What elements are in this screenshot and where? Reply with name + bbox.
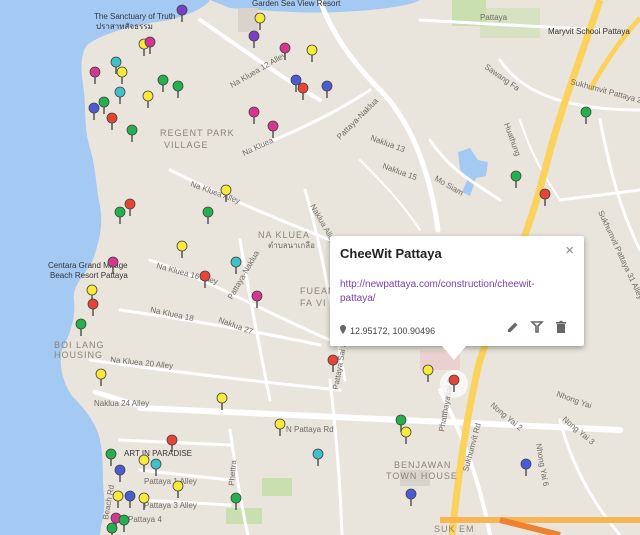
label-art-paradise: ART IN PARADISE: [124, 449, 192, 458]
pin-head: [75, 318, 87, 330]
label-regent-village: VILLAGE: [164, 140, 209, 150]
pin-head: [172, 480, 184, 492]
pin-head: [327, 354, 339, 366]
pin-head: [199, 270, 211, 282]
pin-head: [114, 464, 126, 476]
pin-head: [539, 188, 551, 200]
label-suk-em: SUK EM: [434, 524, 475, 534]
pin-head: [274, 418, 286, 430]
pin-head: [306, 44, 318, 56]
label-na-kluea: NA KLUEA: [258, 230, 310, 240]
pin-head: [124, 198, 136, 210]
pin-head: [216, 392, 228, 404]
pin-head: [172, 80, 184, 92]
label-pattaya-4: Pattaya 4: [128, 515, 162, 524]
pin-head: [112, 490, 124, 502]
pin-head: [520, 458, 532, 470]
label-garden-resort: Garden Sea View Resort: [252, 0, 341, 8]
label-na-kluea-th: ตำบลนาเกลือ: [268, 241, 315, 250]
pin-head: [230, 492, 242, 504]
pin-head: [248, 30, 260, 42]
pin-head: [126, 124, 138, 136]
close-icon[interactable]: ×: [565, 242, 574, 259]
pin-head: [448, 374, 460, 386]
pin-head: [114, 206, 126, 218]
pin-head: [106, 112, 118, 124]
location-pin-icon: [340, 325, 346, 334]
label-regent-park: REGENT PARK: [160, 128, 235, 138]
pin-head: [279, 42, 291, 54]
pin-head: [105, 448, 117, 460]
pin-head: [297, 82, 309, 94]
pin-head: [118, 514, 130, 526]
pin-head: [110, 56, 122, 68]
label-pattaya-1: Pattaya 1 Alley: [144, 477, 197, 486]
label-n-pattaya-rd: N Pattaya Rd: [286, 425, 334, 434]
info-window-link[interactable]: http://newpattaya.com/construction/cheew…: [340, 278, 570, 306]
pin-head: [254, 12, 266, 24]
pin-head: [176, 240, 188, 252]
label-maryvit: Maryvit School Pattaya: [548, 27, 630, 36]
pin-head: [251, 290, 263, 302]
pin-head: [321, 80, 333, 92]
coords-text: 12.95172, 100.90496: [350, 326, 436, 336]
edit-pencil-icon[interactable]: [506, 320, 520, 334]
pin-head: [400, 426, 412, 438]
pin-head: [86, 284, 98, 296]
label-naklua-24: Naklua 24 Alley: [94, 399, 149, 408]
pin-head: [176, 4, 188, 16]
label-sanctuary: The Sanctuary of Truth: [94, 12, 175, 21]
pin-head: [138, 454, 150, 466]
style-branch-icon[interactable]: [530, 320, 544, 334]
pin-head: [405, 488, 417, 500]
park-area: [262, 478, 292, 496]
delete-trash-icon[interactable]: [554, 320, 568, 334]
pin-head: [290, 74, 302, 86]
pin-head: [98, 96, 110, 108]
pin-head: [267, 120, 279, 132]
label-pattaya-3: Pattaya 3 Alley: [144, 501, 197, 510]
pin-head: [248, 106, 260, 118]
label-sanctuary-th: ปราสาทสัจธรรม: [96, 22, 153, 31]
pin-head: [124, 490, 136, 502]
label-housing: HOUSING: [54, 350, 103, 360]
label-boi-lang: BOI LANG: [54, 340, 105, 350]
info-window-actions: [506, 320, 568, 334]
info-window-coords: 12.95172, 100.90496: [340, 325, 435, 336]
pin-head: [312, 448, 324, 460]
pin-head: [580, 106, 592, 118]
info-window-title: CheeWit Pattaya: [340, 246, 442, 261]
pin-head: [88, 102, 100, 114]
pin-head: [89, 66, 101, 78]
label-pattaya-road: Pattaya: [480, 13, 508, 22]
pin-head: [395, 414, 407, 426]
pin-head: [150, 458, 162, 470]
label-centara-2: Beach Resort Pattaya: [50, 271, 128, 280]
label-benjawan: BENJAWAN: [394, 460, 451, 470]
pin-head: [510, 170, 522, 182]
pin-head: [422, 364, 434, 376]
pin-head: [116, 66, 128, 78]
pin-head: [138, 492, 150, 504]
label-fa-vi: FA VI: [300, 298, 327, 308]
pin-head: [230, 256, 242, 268]
pin-head: [95, 368, 107, 380]
pin-head: [166, 434, 178, 446]
pin-head: [106, 522, 118, 534]
info-window: CheeWit Pattaya × http://newpattaya.com/…: [330, 236, 584, 360]
pin-head: [157, 74, 169, 86]
pin-head: [114, 86, 126, 98]
pin-head: [142, 90, 154, 102]
pin-head: [220, 184, 232, 196]
pin-head: [87, 298, 99, 310]
pin-head: [144, 36, 156, 48]
pin-head: [107, 256, 119, 268]
pin-head: [202, 206, 214, 218]
label-town-house: TOWN HOUSE: [386, 471, 458, 481]
